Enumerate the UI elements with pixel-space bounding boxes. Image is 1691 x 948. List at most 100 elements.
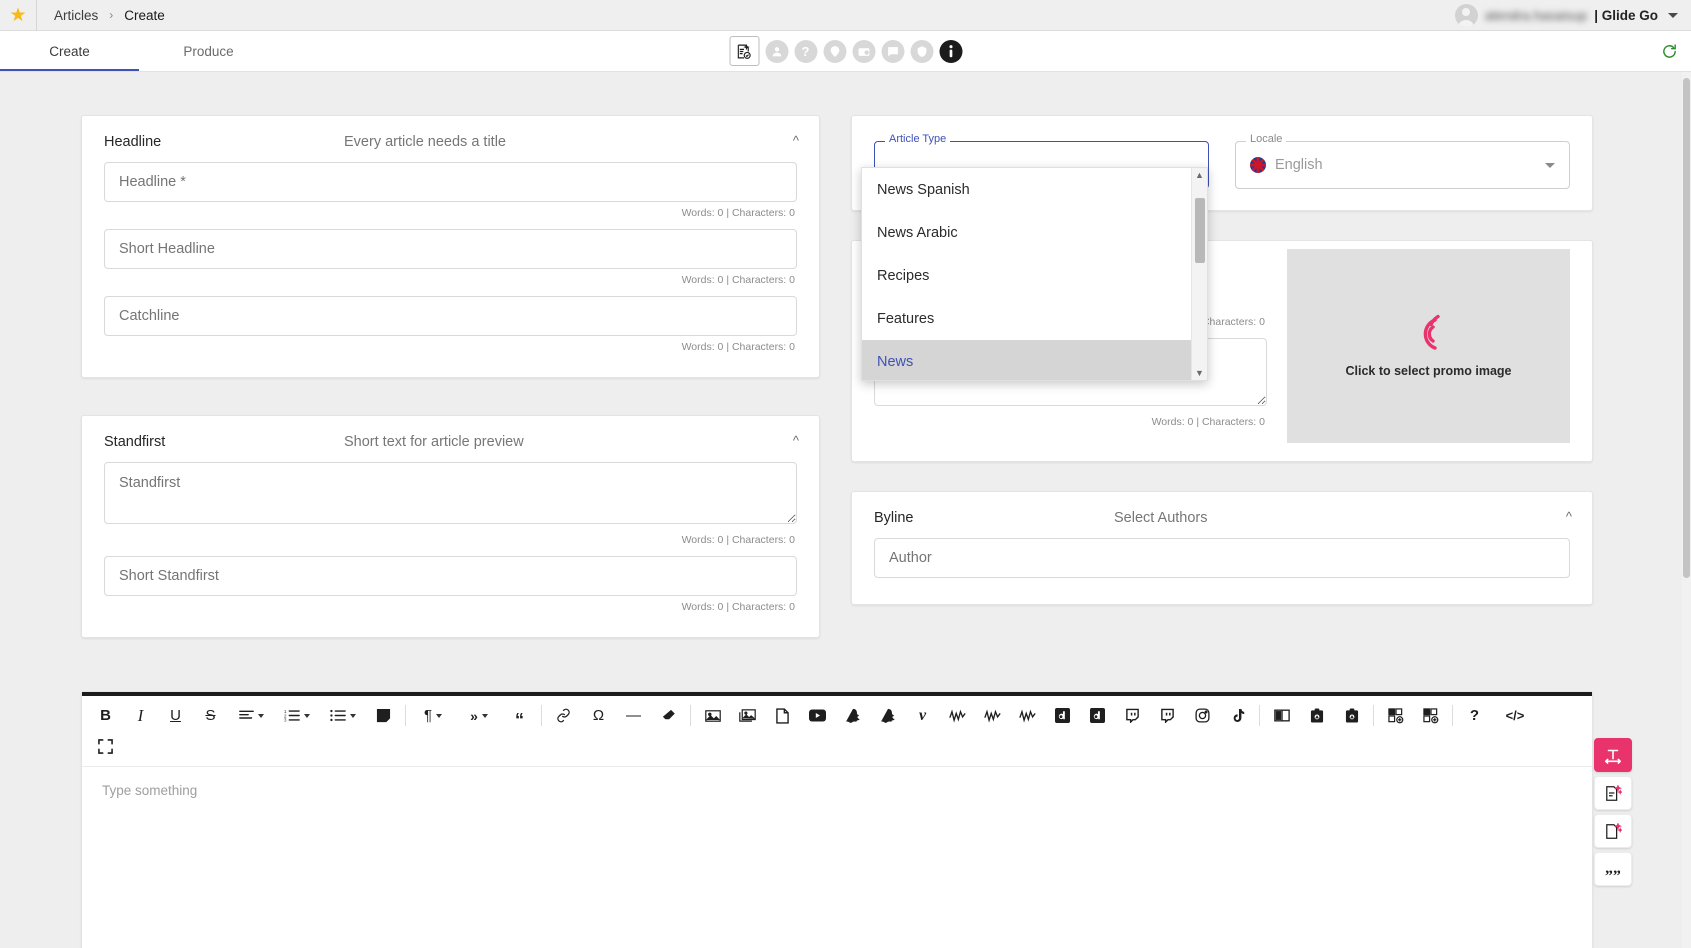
article-type-option-news[interactable]: News	[862, 340, 1191, 380]
headline-card-title: Headline	[104, 134, 162, 150]
twitch-clip-embed-button[interactable]	[1150, 700, 1185, 731]
editor-content-area[interactable]: Type something	[82, 767, 1592, 948]
byline-card-body	[852, 530, 1592, 604]
person-icon[interactable]	[765, 39, 788, 63]
insert-file-button[interactable]	[765, 700, 800, 731]
location-pin-icon[interactable]	[823, 39, 846, 63]
article-type-dropdown[interactable]: News Spanish News Arabic Recipes Feature…	[861, 167, 1208, 381]
chevron-up-icon[interactable]: ^	[793, 134, 799, 147]
catchline-input[interactable]	[104, 296, 797, 336]
page-scrollbar-thumb[interactable]	[1683, 78, 1690, 578]
insert-gallery-button[interactable]	[730, 700, 765, 731]
dropdown-scroll-thumb[interactable]	[1195, 198, 1205, 263]
quote-button[interactable]: „„	[1594, 852, 1632, 886]
short-standfirst-input[interactable]	[104, 556, 797, 596]
source-code-button[interactable]: </>	[1492, 700, 1538, 731]
tiktok-embed-button[interactable]	[1220, 700, 1255, 731]
article-type-option-news-arabic[interactable]: News Arabic	[862, 211, 1191, 254]
svg-text:3: 3	[284, 718, 287, 722]
underline-button[interactable]: U	[158, 700, 193, 731]
link-button[interactable]	[546, 700, 581, 731]
byline-card-title: Byline	[874, 510, 914, 526]
triangle-up-icon[interactable]: ▲	[1192, 170, 1207, 180]
strikethrough-button[interactable]: S	[193, 700, 228, 731]
chevron-up-icon[interactable]: ^	[1566, 510, 1572, 523]
chevron-down-icon	[436, 713, 443, 718]
help-button[interactable]: ?	[1457, 700, 1492, 731]
snapchat-story-embed-button[interactable]	[870, 700, 905, 731]
article-type-option-features[interactable]: Features	[862, 297, 1191, 340]
page-scrollbar-track[interactable]	[1682, 72, 1691, 948]
columns-button[interactable]	[1264, 700, 1299, 731]
clear-format-button[interactable]	[651, 700, 686, 731]
dailymotion-embed-button[interactable]	[1045, 700, 1080, 731]
locale-select[interactable]: Locale English	[1235, 134, 1570, 189]
info-icon[interactable]	[939, 39, 962, 63]
audioboom-embed-button[interactable]	[975, 700, 1010, 731]
italic-button[interactable]: I	[123, 700, 158, 731]
soundcloud-embed-button[interactable]	[1010, 700, 1045, 731]
chevron-down-icon[interactable]	[1545, 162, 1555, 168]
ai-summary-button[interactable]	[1594, 776, 1632, 810]
insert-image-button[interactable]	[695, 700, 730, 731]
shield-icon[interactable]	[910, 39, 933, 63]
instagram-embed-button[interactable]	[1185, 700, 1220, 731]
toolbar-divider	[541, 705, 542, 726]
text-resize-button[interactable]	[1594, 738, 1632, 772]
promo-image-picker[interactable]: Click to select promo image	[1287, 249, 1570, 443]
refresh-icon[interactable]	[1661, 31, 1678, 71]
horizontal-rule-button[interactable]: —	[616, 700, 651, 731]
ordered-list-dropdown[interactable]: 123	[274, 700, 320, 731]
dropdown-scrollbar[interactable]: ▲ ▼	[1191, 168, 1207, 380]
headline-input[interactable]	[104, 162, 797, 202]
history-icon[interactable]	[852, 39, 875, 63]
tab-strip: Create Produce ?	[0, 31, 1691, 72]
article-type-option-recipes[interactable]: Recipes	[862, 254, 1191, 297]
fullscreen-button[interactable]	[88, 731, 123, 762]
chevron-down-icon[interactable]	[1668, 12, 1678, 18]
tab-produce[interactable]: Produce	[139, 31, 278, 71]
youtube-embed-button[interactable]	[800, 700, 835, 731]
ai-generate-button[interactable]	[1594, 814, 1632, 848]
help-icon[interactable]: ?	[794, 39, 817, 63]
triangle-down-icon[interactable]: ▼	[1192, 368, 1207, 378]
dailymotion-playlist-embed-button[interactable]	[1080, 700, 1115, 731]
insert-widget-alt-button[interactable]	[1334, 700, 1369, 731]
paragraph-format-dropdown[interactable]: ¶	[410, 700, 456, 731]
toolbar-divider	[405, 705, 406, 726]
tab-create[interactable]: Create	[0, 31, 139, 71]
insert-widget-button[interactable]	[1299, 700, 1334, 731]
user-menu[interactable]: alendra.hasaisup | Glide Go	[1454, 3, 1691, 27]
article-type-option-news-spanish[interactable]: News Spanish	[862, 168, 1191, 211]
breadcrumb-create[interactable]: Create	[124, 8, 165, 23]
headline-card-header: Headline Every article needs a title ^	[82, 116, 819, 154]
toolbar-divider	[690, 705, 691, 726]
task-check-icon[interactable]	[729, 36, 759, 66]
breadcrumb: Articles › Create	[37, 8, 165, 23]
comment-help-icon[interactable]	[881, 39, 904, 63]
snapchat-embed-button[interactable]	[835, 700, 870, 731]
chevron-up-icon[interactable]: ^	[793, 434, 799, 447]
vimeo-embed-button[interactable]: v	[905, 700, 940, 731]
blockquote-button[interactable]: “	[502, 700, 537, 731]
image-widget-button[interactable]	[1378, 700, 1413, 731]
special-character-button[interactable]: Ω	[581, 700, 616, 731]
breadcrumb-articles[interactable]: Articles	[54, 8, 98, 23]
top-bar: ★ Articles › Create alendra.hasaisup | G…	[0, 0, 1691, 31]
brand-label: | Glide Go	[1594, 7, 1658, 23]
twitch-embed-button[interactable]	[1115, 700, 1150, 731]
editor-toolbar: B I U S 123 ¶ » “ Ω — v ? </>	[82, 696, 1592, 767]
align-dropdown[interactable]	[228, 700, 274, 731]
standfirst-card-subtitle: Short text for article preview	[344, 434, 524, 450]
bold-button[interactable]: B	[88, 700, 123, 731]
indent-dropdown[interactable]: »	[456, 700, 502, 731]
unordered-list-dropdown[interactable]	[320, 700, 366, 731]
audio-wave-embed-button[interactable]	[940, 700, 975, 731]
favorite-star-button[interactable]: ★	[0, 0, 37, 31]
image-widget-alt-button[interactable]	[1413, 700, 1448, 731]
uk-flag-icon	[1250, 157, 1266, 173]
standfirst-input[interactable]	[104, 462, 797, 524]
author-input[interactable]	[874, 538, 1570, 578]
background-color-button[interactable]	[366, 700, 401, 731]
short-headline-input[interactable]	[104, 229, 797, 269]
